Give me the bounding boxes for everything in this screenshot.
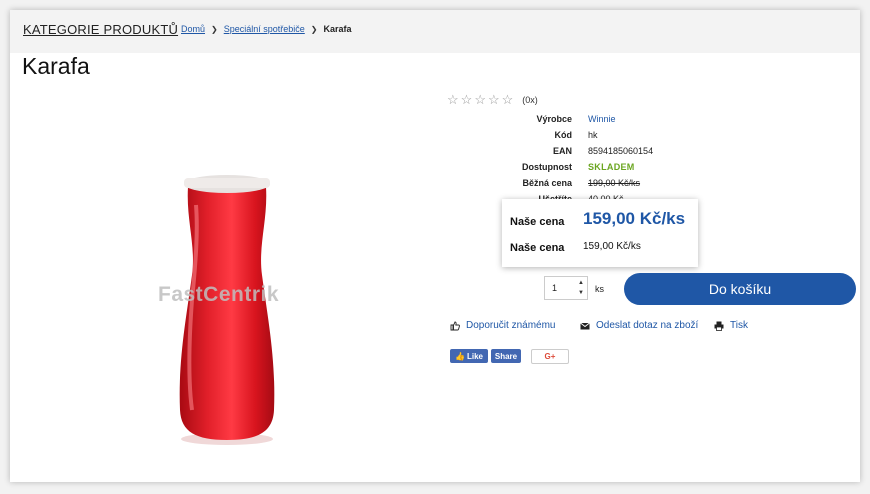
watermark: FastCentrik bbox=[158, 283, 280, 306]
star-icon[interactable]: ☆ bbox=[447, 92, 459, 108]
manufacturer-link[interactable]: Winnie bbox=[588, 114, 616, 124]
thumbs-up-icon bbox=[450, 321, 460, 330]
increment-arrow-icon[interactable]: ▲ bbox=[578, 279, 584, 287]
star-icon[interactable]: ☆ bbox=[502, 92, 514, 108]
page-title: Karafa bbox=[22, 53, 90, 79]
spec-label: Kód bbox=[554, 130, 573, 140]
decrement-arrow-icon[interactable]: ▼ bbox=[578, 289, 584, 297]
spec-value: 8594185060154 bbox=[588, 146, 654, 156]
availability-status: SKLADEM bbox=[588, 162, 635, 172]
printer-icon bbox=[714, 321, 724, 331]
thumbs-up-icon: 👍 bbox=[455, 351, 465, 361]
action-label: Tisk bbox=[730, 320, 748, 331]
action-label: Doporučit známému bbox=[466, 320, 556, 331]
add-to-cart-button[interactable]: Do košíku bbox=[624, 273, 856, 305]
print-link[interactable]: Tisk bbox=[714, 320, 748, 331]
breadcrumb-category[interactable]: Speciální spotřebiče bbox=[224, 24, 305, 34]
breadcrumb: Domů ❯ Speciální spotřebiče ❯ Karafa bbox=[181, 24, 352, 34]
spec-label: Výrobce bbox=[536, 114, 572, 124]
star-icon[interactable]: ☆ bbox=[474, 92, 486, 108]
send-question-link[interactable]: Odeslat dotaz na zboží bbox=[580, 320, 698, 331]
top-bar: KATEGORIE PRODUKTŮ Domů ❯ Speciální spot… bbox=[10, 10, 860, 53]
spec-row-code: Kód hk bbox=[500, 130, 700, 146]
spec-label: Dostupnost bbox=[522, 162, 572, 172]
price-box: Naše cena 159,00 Kč/ks Naše cena 159,00 … bbox=[502, 199, 698, 267]
quantity-stepper[interactable]: ▲ ▼ bbox=[544, 276, 588, 300]
price-value: 159,00 Kč/ks bbox=[583, 209, 686, 228]
star-icon[interactable]: ☆ bbox=[488, 92, 500, 108]
price-label: Naše cena bbox=[510, 216, 565, 228]
breadcrumb-current: Karafa bbox=[323, 24, 352, 34]
quantity-unit: ks bbox=[595, 284, 604, 294]
spec-row-ean: EAN 8594185060154 bbox=[500, 146, 700, 162]
chevron-right-icon: ❯ bbox=[211, 24, 218, 34]
like-label: Like bbox=[466, 351, 483, 361]
spec-label: EAN bbox=[552, 146, 572, 156]
facebook-share-button[interactable]: Share bbox=[491, 349, 521, 363]
rating[interactable]: ☆ ☆ ☆ ☆ ☆ (0x) bbox=[447, 92, 538, 108]
spec-label: Běžná cena bbox=[522, 178, 572, 188]
star-icon[interactable]: ☆ bbox=[461, 92, 473, 108]
recommend-friend-link[interactable]: Doporučit známému bbox=[450, 320, 555, 331]
chevron-right-icon: ❯ bbox=[310, 24, 318, 34]
spec-row-availability: Dostupnost SKLADEM bbox=[500, 162, 700, 178]
product-categories-link[interactable]: KATEGORIE PRODUKTŮ bbox=[23, 22, 178, 37]
spec-row-manufacturer: Výrobce Winnie bbox=[500, 114, 700, 130]
breadcrumb-home[interactable]: Domů bbox=[181, 24, 205, 34]
envelope-icon bbox=[580, 322, 590, 329]
google-plus-button[interactable]: G+ bbox=[531, 349, 569, 364]
regular-price: 199,00 Kč/ks bbox=[588, 178, 641, 188]
quantity-input[interactable] bbox=[545, 277, 573, 299]
price-value-secondary: 159,00 Kč/ks bbox=[583, 241, 641, 252]
action-label: Odeslat dotaz na zboží bbox=[596, 320, 699, 331]
price-label-secondary: Naše cena bbox=[510, 242, 565, 254]
spec-row-regular-price: Běžná cena 199,00 Kč/ks bbox=[500, 178, 700, 194]
facebook-like-button[interactable]: 👍 Like bbox=[450, 349, 488, 363]
rating-count: (0x) bbox=[522, 95, 538, 105]
page-frame: KATEGORIE PRODUKTŮ Domů ❯ Speciální spot… bbox=[10, 10, 860, 482]
spec-value: hk bbox=[588, 130, 598, 140]
